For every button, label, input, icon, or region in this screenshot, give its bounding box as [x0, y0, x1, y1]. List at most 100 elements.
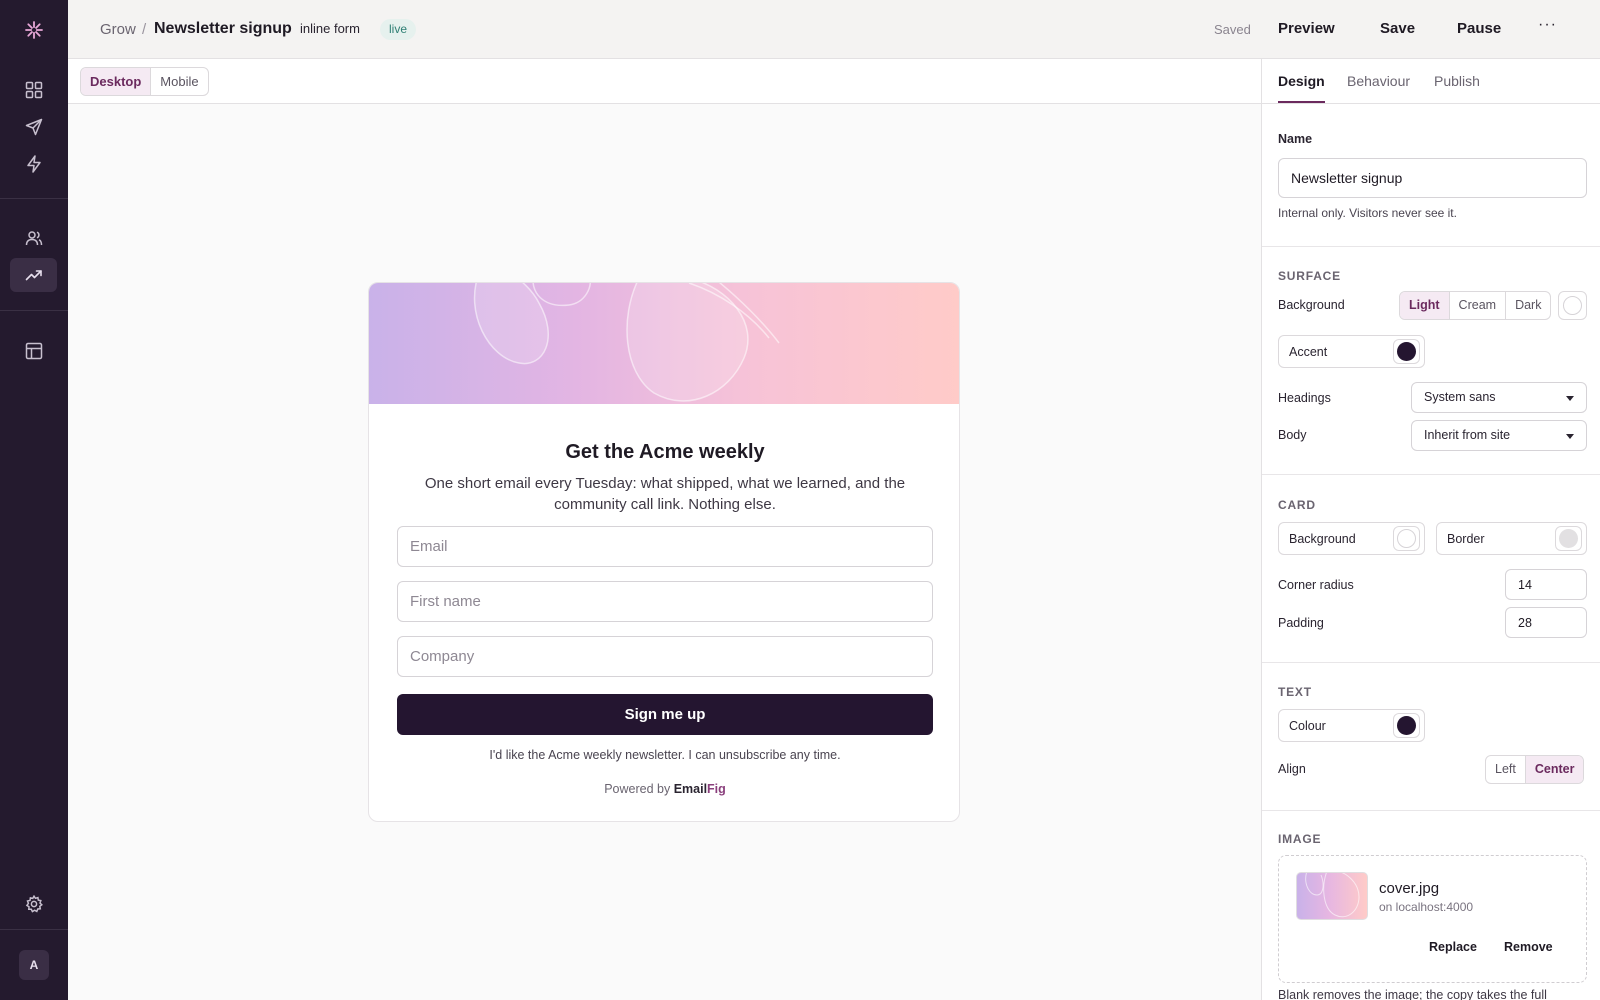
- cover-image: [369, 283, 959, 404]
- image-filename: cover.jpg: [1379, 880, 1440, 897]
- body-font-select[interactable]: Inherit from site: [1411, 420, 1587, 451]
- padding-label: Padding: [1278, 616, 1324, 630]
- rail-divider: [0, 198, 68, 199]
- canvas-toolbar: Desktop Mobile: [68, 59, 1261, 104]
- headings-font-value: System sans: [1424, 390, 1496, 404]
- form-name-input[interactable]: [1278, 158, 1587, 198]
- save-state-indicator: Saved: [1214, 22, 1251, 37]
- text-colour-picker[interactable]: Colour: [1278, 709, 1425, 742]
- body-font-value: Inherit from site: [1424, 428, 1511, 442]
- headings-font-select[interactable]: System sans: [1411, 382, 1587, 413]
- app-logo-icon[interactable]: [22, 18, 46, 42]
- preview-canvas: Get the Acme weekly One short email ever…: [68, 104, 1261, 1000]
- rail-divider: [0, 310, 68, 311]
- replace-image-button[interactable]: Replace: [1429, 940, 1477, 954]
- text-colour-label: Colour: [1289, 719, 1326, 733]
- users-icon[interactable]: [10, 221, 57, 255]
- accent-dot: [1397, 342, 1416, 361]
- remove-image-button[interactable]: Remove: [1504, 940, 1553, 954]
- text-align-toggle: Left Center: [1485, 755, 1585, 784]
- brand-link[interactable]: EmailFig: [674, 782, 726, 796]
- card-background-picker[interactable]: Background: [1278, 522, 1425, 555]
- accent-color-picker[interactable]: Accent: [1278, 335, 1425, 368]
- lightning-icon[interactable]: [10, 147, 57, 181]
- powered-by: Powered by EmailFig: [369, 782, 959, 796]
- section-divider: [1262, 246, 1600, 247]
- section-divider: [1262, 810, 1600, 811]
- left-nav-rail: A: [0, 0, 68, 1000]
- send-icon[interactable]: [10, 110, 57, 144]
- image-footnote: Blank removes the image; the copy takes …: [1278, 988, 1547, 1000]
- card-border-picker[interactable]: Border: [1436, 522, 1587, 555]
- section-divider: [1262, 474, 1600, 475]
- breadcrumb-root[interactable]: Grow: [100, 21, 136, 38]
- card-background-swatch: [1393, 526, 1420, 551]
- form-subtitle: One short email every Tuesday: what ship…: [424, 475, 906, 513]
- background-dark-option[interactable]: Dark: [1505, 292, 1550, 319]
- padding-input[interactable]: [1505, 607, 1587, 638]
- body-font-label: Body: [1278, 428, 1307, 442]
- background-light-option[interactable]: Light: [1400, 292, 1449, 319]
- active-tab-indicator: [1278, 101, 1325, 103]
- card-background-dot: [1397, 529, 1416, 548]
- tab-publish[interactable]: Publish: [1434, 73, 1480, 89]
- brand-name-part-1: Email: [673, 782, 708, 796]
- headings-font-label: Headings: [1278, 391, 1331, 405]
- consent-text: I'd like the Acme weekly newsletter. I c…: [489, 748, 841, 762]
- surface-background-label: Background: [1278, 298, 1345, 312]
- more-options-icon[interactable]: ···: [1538, 16, 1557, 34]
- sign-up-button[interactable]: Sign me up: [397, 694, 933, 735]
- preview-button[interactable]: Preview: [1278, 20, 1335, 37]
- corner-radius-input[interactable]: [1505, 569, 1587, 600]
- settings-panel: Design Behaviour Publish Name Internal o…: [1261, 59, 1600, 1000]
- corner-radius-label: Corner radius: [1278, 578, 1354, 592]
- chevron-down-icon: [1566, 396, 1574, 401]
- user-avatar[interactable]: A: [19, 950, 49, 980]
- image-heading: IMAGE: [1278, 832, 1322, 846]
- email-field[interactable]: [397, 526, 933, 567]
- image-dropzone[interactable]: cover.jpg on localhost:4000 Replace Remo…: [1278, 855, 1587, 983]
- name-label: Name: [1278, 132, 1313, 146]
- device-mobile-tab[interactable]: Mobile: [151, 68, 207, 95]
- brand-name-part-2: Fig: [707, 782, 726, 796]
- name-hint: Internal only. Visitors never see it.: [1278, 206, 1457, 220]
- powered-by-prefix: Powered by: [604, 782, 671, 796]
- pause-button[interactable]: Pause: [1457, 20, 1501, 37]
- swatch-dot: [1563, 296, 1582, 315]
- device-desktop-tab[interactable]: Desktop: [81, 68, 152, 95]
- card-border-dot: [1559, 529, 1578, 548]
- align-left-option[interactable]: Left: [1486, 756, 1525, 783]
- surface-background-toggle: Light Cream Dark: [1399, 291, 1552, 320]
- dashboard-grid-icon[interactable]: [10, 73, 57, 107]
- card-heading: CARD: [1278, 498, 1316, 512]
- save-button[interactable]: Save: [1380, 20, 1415, 37]
- cover-thumbnail: [1296, 872, 1368, 920]
- card-border-label: Border: [1447, 532, 1485, 546]
- page-title: Newsletter signup: [154, 20, 292, 37]
- card-border-swatch: [1555, 526, 1582, 551]
- tab-behaviour[interactable]: Behaviour: [1347, 73, 1410, 89]
- breadcrumb-separator: /: [142, 21, 147, 38]
- layout-template-icon[interactable]: [10, 334, 57, 368]
- form-title: Get the Acme weekly: [565, 441, 765, 463]
- tab-design[interactable]: Design: [1278, 73, 1325, 89]
- image-source: on localhost:4000: [1379, 900, 1474, 914]
- growth-trend-icon[interactable]: [10, 258, 57, 292]
- text-colour-dot: [1397, 716, 1416, 735]
- text-colour-swatch: [1393, 713, 1420, 738]
- align-label: Align: [1278, 762, 1306, 776]
- section-divider: [1262, 662, 1600, 663]
- company-field[interactable]: [397, 636, 933, 677]
- top-bar: Grow / Newsletter signup inline form liv…: [68, 0, 1600, 59]
- background-cream-option[interactable]: Cream: [1448, 292, 1506, 319]
- card-background-label: Background: [1289, 532, 1356, 546]
- panel-tabs: Design Behaviour Publish: [1262, 59, 1600, 104]
- accent-swatch: [1393, 339, 1420, 364]
- status-badge: live: [380, 19, 417, 40]
- chevron-down-icon: [1566, 434, 1574, 439]
- custom-background-swatch[interactable]: [1558, 291, 1587, 320]
- align-center-option[interactable]: Center: [1524, 756, 1584, 783]
- first-name-field[interactable]: [397, 581, 933, 622]
- text-heading: TEXT: [1278, 685, 1312, 699]
- gear-icon[interactable]: [10, 887, 57, 921]
